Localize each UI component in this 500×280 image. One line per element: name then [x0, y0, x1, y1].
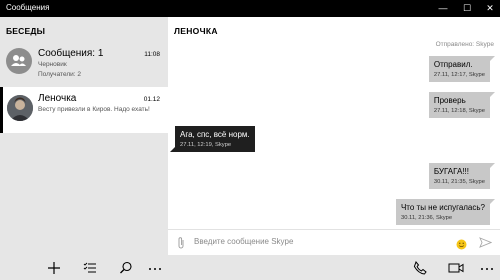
emoji-icon[interactable] [456, 237, 467, 250]
message-text: БУГАГА!!! [433, 167, 469, 176]
search-icon[interactable] [117, 259, 135, 277]
message-bubble-out[interactable]: БУГАГА!!! 30.11, 21:35, Skype [428, 163, 496, 189]
message-bubble-out[interactable]: Что ты не испугалась? 30.11, 21:36, Skyp… [395, 199, 496, 225]
message-bubble-out[interactable]: Проверь 27.11, 12:18, Skype [428, 92, 496, 118]
sidebar-toolbar [0, 255, 168, 280]
phone-icon[interactable] [411, 259, 429, 277]
conversation-preview: Черновик [38, 61, 67, 68]
conversation-preview: Весту привезли в Киров. Надо ехать! [38, 106, 150, 113]
send-icon[interactable] [479, 236, 493, 249]
conversations-sidebar: БЕСЕДЫ Сообщения: 1 11:08 Черновик Получ… [0, 17, 168, 255]
window-title: Сообщения [6, 3, 50, 12]
message-meta: 27.11, 12:18, Skype [433, 108, 485, 114]
more-icon[interactable] [146, 259, 164, 277]
conversation-name: Сообщения: 1 [38, 48, 104, 59]
conversation-item[interactable]: Сообщения: 1 11:08 Черновик Получатели: … [0, 42, 168, 82]
contact-avatar [7, 95, 33, 121]
message-meta: 30.11, 21:36, Skype [400, 215, 453, 221]
minimize-button[interactable]: — [431, 0, 455, 17]
chat-title: ЛЕНОЧКА [174, 26, 218, 36]
message-text: Отправил. [433, 60, 473, 69]
select-list-icon[interactable] [81, 259, 99, 277]
video-icon[interactable] [447, 259, 465, 277]
message-composer: Введите сообщение Skype [168, 229, 500, 255]
message-input[interactable]: Введите сообщение Skype [194, 235, 454, 249]
conversation-time: 11:08 [144, 51, 160, 58]
conversation-name: Леночка [38, 93, 77, 104]
message-text: Что ты не испугалась? [400, 203, 485, 212]
chat-toolbar [168, 255, 500, 280]
more-icon[interactable] [478, 259, 496, 277]
plus-icon[interactable] [45, 259, 63, 277]
close-button[interactable]: ✕ [478, 0, 500, 17]
message-meta: 27.11, 12:17, Skype [433, 72, 485, 78]
message-text: Ага, спс, всё норм. [180, 130, 250, 139]
conversation-item-selected[interactable]: Леночка 01.12 Весту привезли в Киров. На… [0, 87, 168, 133]
maximize-button[interactable]: ☐ [455, 0, 479, 17]
conversation-recipients: Получатели: 2 [38, 71, 81, 78]
attach-icon[interactable] [175, 236, 187, 250]
title-bar: Сообщения — ☐ ✕ [0, 0, 500, 17]
message-bubble-out[interactable]: Отправил. 27.11, 12:17, Skype [428, 56, 496, 82]
conversation-time: 01.12 [143, 96, 160, 103]
message-text: Проверь [433, 96, 466, 105]
conversations-header: БЕСЕДЫ [6, 26, 46, 36]
message-meta: 30.11, 21:35, Skype [433, 179, 485, 185]
message-bubble-in[interactable]: Ага, спс, всё норм. 27.11, 12:19, Skype [170, 126, 255, 152]
group-avatar-icon [6, 48, 32, 74]
message-meta: 27.11, 12:19, Skype [180, 142, 232, 148]
sent-via-label: Отправлено: Skype [435, 41, 494, 48]
